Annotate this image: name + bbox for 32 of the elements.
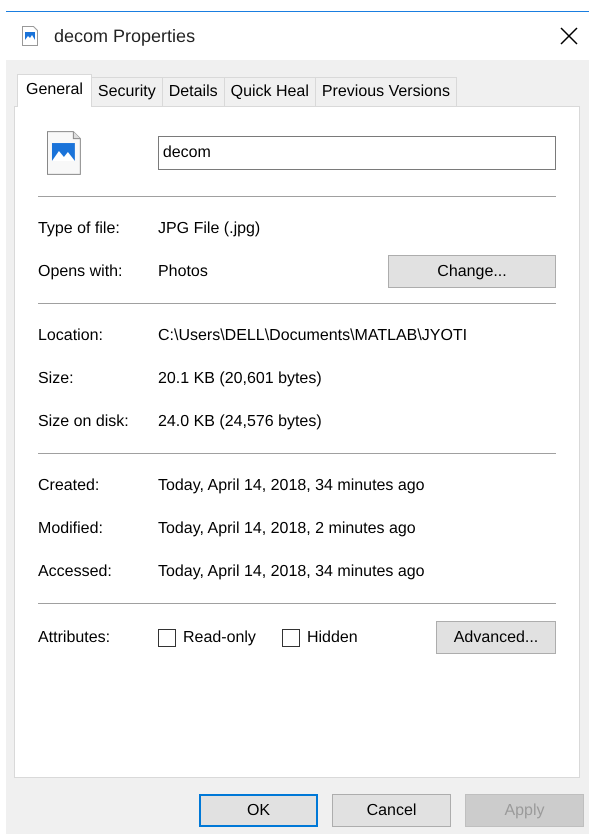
checkbox-label: Hidden: [306, 628, 358, 646]
field-label: Created:: [38, 476, 100, 494]
field-value: Today, April 14, 2018, 34 minutes ago: [158, 562, 426, 580]
close-icon[interactable]: [560, 27, 578, 45]
image-file-icon: [22, 26, 38, 46]
dialog-button[interactable]: Cancel: [332, 794, 451, 827]
checkbox[interactable]: [158, 628, 176, 646]
field-value: 20.1 KB (20,601 bytes): [158, 370, 323, 388]
field-value: JPG File (.jpg): [158, 220, 262, 238]
field-value: 24.0 KB (24,576 bytes): [158, 412, 323, 430]
file-name-field[interactable]: decom: [158, 136, 556, 170]
field-label: Size on disk:: [38, 412, 130, 430]
window-title: decom Properties: [54, 26, 196, 46]
dialog-button[interactable]: OK: [199, 794, 318, 827]
field-label: Modified:: [38, 520, 104, 538]
field-value: Today, April 14, 2018, 34 minutes ago: [158, 476, 426, 494]
image-file-icon: [47, 131, 81, 175]
tab[interactable]: General: [17, 74, 92, 107]
field-label: Location:: [38, 326, 104, 344]
field-label: Type of file:: [38, 220, 121, 238]
change-button[interactable]: Change...: [388, 255, 556, 288]
field-value: Today, April 14, 2018, 2 minutes ago: [158, 520, 417, 538]
field-label: Accessed:: [38, 562, 113, 580]
field-label: Attributes:: [38, 628, 112, 646]
checkbox[interactable]: [282, 628, 300, 646]
checkbox-label: Read-only: [183, 628, 256, 646]
field-value: Photos: [158, 262, 209, 280]
field-label: Opens with:: [38, 262, 124, 280]
tab[interactable]: Previous Versions: [314, 77, 457, 106]
advanced-button[interactable]: Advanced...: [436, 621, 556, 654]
field-label: Size:: [38, 370, 75, 388]
field-value: C:\Users\DELL\Documents\MATLAB\JYOTI: [158, 326, 468, 344]
